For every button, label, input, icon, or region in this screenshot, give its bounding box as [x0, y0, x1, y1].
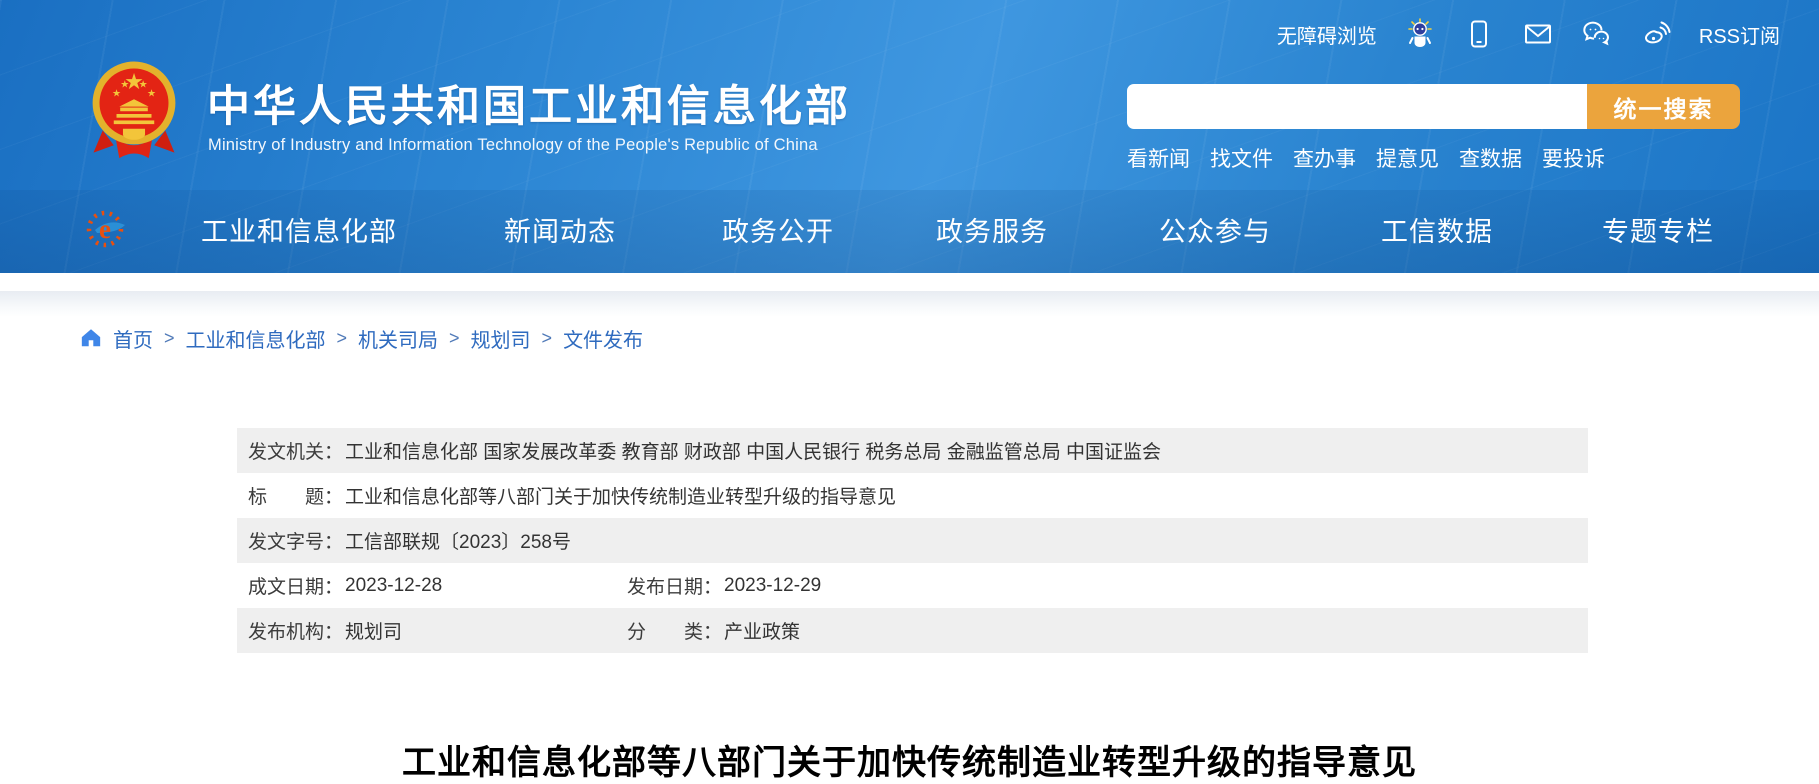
- nav-item-topics[interactable]: 专题专栏: [1602, 210, 1714, 249]
- accessibility-link[interactable]: 无障碍浏览: [1277, 20, 1377, 49]
- document-meta-table: 发文机关： 工业和信息化部 国家发展改革委 教育部 财政部 中国人民银行 税务总…: [237, 428, 1588, 653]
- field-label: 发布日期：: [627, 572, 722, 599]
- nav-item-public[interactable]: 公众参与: [1159, 210, 1271, 249]
- breadcrumb: 首页 > 工业和信息化部 > 机关司局 > 规划司 > 文件发布: [80, 324, 643, 352]
- nav-item-news[interactable]: 新闻动态: [504, 210, 616, 249]
- breadcrumb-separator: >: [449, 328, 460, 349]
- search-input[interactable]: [1127, 84, 1587, 129]
- table-row-publisher-category: 发布机构： 规划司 分 类： 产业政策: [237, 608, 1588, 653]
- field-value: 工信部联规〔2023〕258号: [345, 527, 571, 554]
- breadcrumb-departments[interactable]: 机关司局: [358, 324, 438, 353]
- utility-bar: 无障碍浏览: [1277, 16, 1780, 52]
- field-label: 分 类：: [627, 617, 722, 644]
- mobile-icon[interactable]: [1463, 18, 1495, 50]
- article-title: 工业和信息化部等八部门关于加快传统制造业转型升级的指导意见: [0, 735, 1819, 784]
- search-button[interactable]: 统一搜索: [1587, 84, 1740, 129]
- table-row-dates: 成文日期： 2023-12-28 发布日期： 2023-12-29: [237, 563, 1588, 608]
- svg-text:e: e: [99, 214, 111, 244]
- field-value: 2023-12-28: [345, 575, 442, 597]
- quick-link-data[interactable]: 查数据: [1459, 143, 1522, 173]
- svg-text:★: ★: [120, 79, 129, 90]
- field-label: 标 题：: [248, 482, 343, 509]
- field-label: 成文日期：: [248, 572, 343, 599]
- quick-link-news[interactable]: 看新闻: [1127, 143, 1190, 173]
- quick-link-feedback[interactable]: 提意见: [1376, 143, 1439, 173]
- nav-item-gov-service[interactable]: 政务服务: [936, 210, 1048, 249]
- nav-item-miit[interactable]: 工业和信息化部: [201, 210, 397, 249]
- breadcrumb-separator: >: [164, 328, 175, 349]
- nav-item-data[interactable]: 工信数据: [1381, 210, 1493, 249]
- quick-link-complaint[interactable]: 要投诉: [1542, 143, 1605, 173]
- breadcrumb-document-release[interactable]: 文件发布: [563, 324, 643, 353]
- table-row-title: 标 题： 工业和信息化部等八部门关于加快传统制造业转型升级的指导意见: [237, 473, 1588, 518]
- robot-mascot-icon[interactable]: [1404, 18, 1436, 50]
- home-icon[interactable]: [80, 327, 102, 349]
- field-value: 工业和信息化部等八部门关于加快传统制造业转型升级的指导意见: [345, 482, 896, 509]
- site-subtitle: Ministry of Industry and Information Tec…: [208, 136, 818, 155]
- svg-text:★: ★: [147, 89, 156, 100]
- nav-item-gov-open[interactable]: 政务公开: [722, 210, 834, 249]
- field-value: 规划司: [345, 617, 402, 644]
- weibo-icon[interactable]: [1640, 18, 1672, 50]
- wechat-icon[interactable]: [1581, 18, 1613, 50]
- breadcrumb-planning-dept[interactable]: 规划司: [471, 324, 531, 353]
- breadcrumb-home[interactable]: 首页: [113, 324, 153, 353]
- breadcrumb-miit[interactable]: 工业和信息化部: [186, 324, 326, 353]
- field-label: 发布机构：: [248, 617, 343, 644]
- header-shadow-band: [0, 291, 1819, 317]
- miit-e-logo-icon: e: [83, 204, 133, 254]
- site-title: 中华人民共和国工业和信息化部: [207, 72, 851, 134]
- field-value: 2023-12-29: [724, 575, 821, 597]
- field-value: 产业政策: [724, 617, 800, 644]
- field-label: 发文字号：: [248, 527, 343, 554]
- breadcrumb-separator: >: [337, 328, 348, 349]
- breadcrumb-separator: >: [542, 328, 553, 349]
- mail-icon[interactable]: [1522, 18, 1554, 50]
- field-value: 工业和信息化部 国家发展改革委 教育部 财政部 中国人民银行 税务总局 金融监管…: [345, 437, 1161, 464]
- rss-link[interactable]: RSS订阅: [1699, 20, 1780, 49]
- quick-link-services[interactable]: 查办事: [1293, 143, 1356, 173]
- table-row-doc-number: 发文字号： 工信部联规〔2023〕258号: [237, 518, 1588, 563]
- quick-links: 看新闻 找文件 查办事 提意见 查数据 要投诉: [1127, 143, 1605, 173]
- national-emblem-logo: ★ ★ ★ ★ ★: [88, 58, 180, 170]
- field-label: 发文机关：: [248, 437, 343, 464]
- quick-link-files[interactable]: 找文件: [1210, 143, 1273, 173]
- table-row-issuing-agency: 发文机关： 工业和信息化部 国家发展改革委 教育部 财政部 中国人民银行 税务总…: [237, 428, 1588, 473]
